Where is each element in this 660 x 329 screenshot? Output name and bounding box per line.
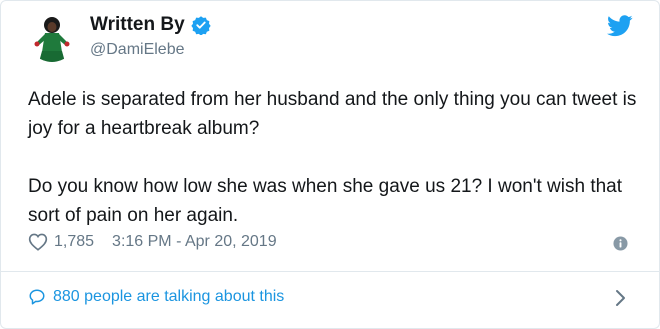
tweet-text: Adele is separated from her husband and … <box>28 85 643 230</box>
author-name[interactable]: Written By <box>90 14 211 36</box>
author-display-name[interactable]: Written By <box>90 14 185 36</box>
info-icon[interactable] <box>613 236 628 251</box>
tweet-timestamp[interactable]: 3:16 PM - Apr 20, 2019 <box>112 233 277 251</box>
conversation-label[interactable]: 880 people are talking about this <box>53 288 284 306</box>
tweet-card: Written By @DamiElebe Adele is separated… <box>0 0 660 329</box>
conversation-link[interactable]: 880 people are talking about this <box>28 288 284 306</box>
speech-bubble-icon <box>28 288 46 306</box>
verified-badge-icon <box>191 15 211 36</box>
author-handle[interactable]: @DamiElebe <box>90 41 185 59</box>
heart-icon[interactable] <box>28 233 48 251</box>
tweet-paragraph: Adele is separated from her husband and … <box>28 89 637 139</box>
tweet-meta: 1,785 3:16 PM - Apr 20, 2019 <box>28 233 277 251</box>
divider <box>1 271 659 272</box>
chevron-right-icon[interactable] <box>615 289 627 307</box>
tweet-paragraph: Do you know how low she was when she gav… <box>28 176 623 226</box>
like-count[interactable]: 1,785 <box>54 233 94 251</box>
avatar[interactable] <box>28 14 76 62</box>
twitter-bird-icon[interactable] <box>607 15 633 37</box>
